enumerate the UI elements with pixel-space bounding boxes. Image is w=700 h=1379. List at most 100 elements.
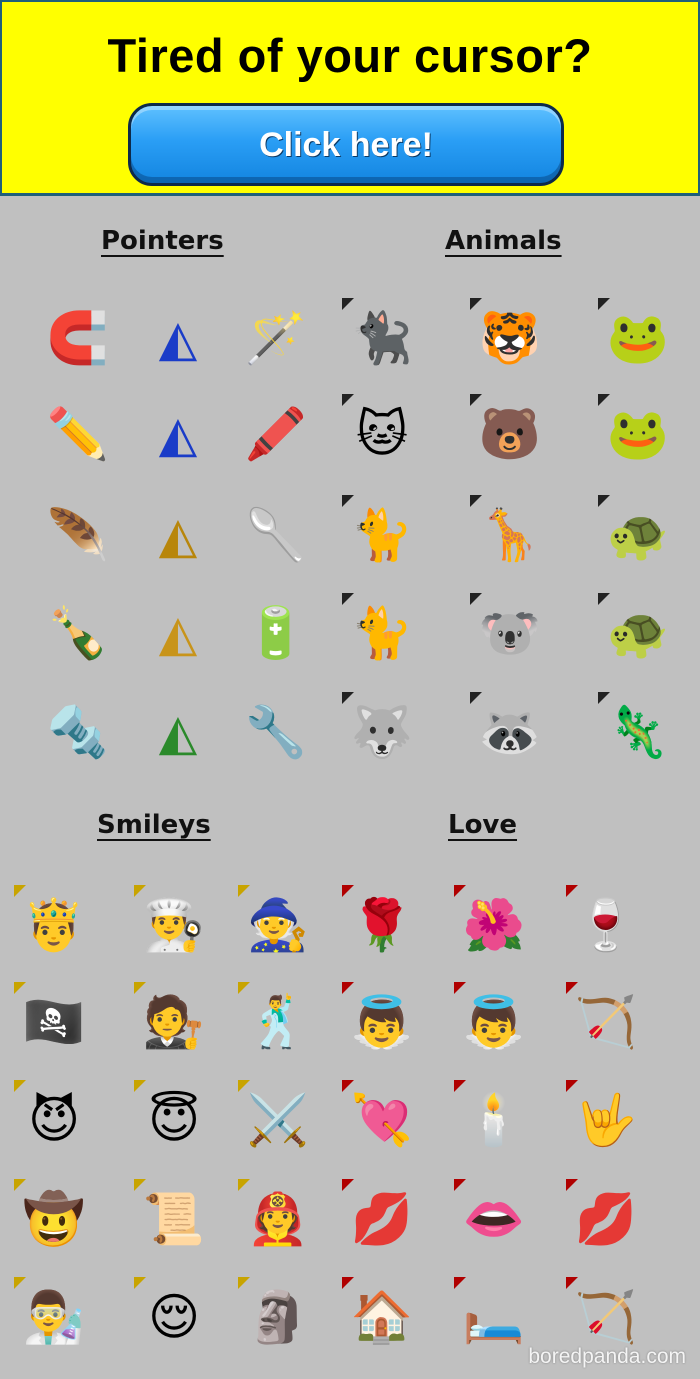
turtle-icon[interactable]: 🐢 [598,495,670,567]
koala-icon[interactable]: 🐨 [470,593,542,665]
bishop-smiley-icon[interactable]: 🧑‍⚖️ [134,982,206,1054]
cupid-icon[interactable]: 👼 [342,982,414,1054]
bow-arrow-icon[interactable]: 🏹 [566,982,638,1054]
spoon-icon[interactable]: 🥄 [244,503,308,567]
cursor-corner-marker [14,1080,26,1092]
blue-triangle-pointer-icon-glyph: ◭ [158,309,198,367]
cursor-corner-marker [14,885,26,897]
big-lips-icon-glyph: 👄 [462,1190,526,1248]
cursor-corner-marker [342,982,354,994]
striped-triangle-pointer-icon[interactable]: ◭ [146,700,210,764]
red-lips-icon[interactable]: 💋 [566,1179,638,1251]
tiger-icon-glyph: 🐯 [478,309,542,367]
small-lips-icon[interactable]: 💋 [342,1179,414,1251]
lizard-icon-glyph: 🦎 [606,703,670,761]
heart-house-icon[interactable]: 🏠 [342,1277,414,1349]
husky-icon[interactable]: 🐺 [342,692,414,764]
wrench-icon[interactable]: 🔧 [244,700,308,764]
rose-icon[interactable]: 🌹 [342,885,414,957]
devil-smiley-icon[interactable]: 😈 [14,1080,86,1152]
section-title-smileys: Smileys [97,810,211,840]
angel-smiley-icon[interactable]: 😇 [134,1080,206,1152]
giraffe-icon[interactable]: 🦒 [470,495,542,567]
pirate-smiley-icon-glyph: 🏴‍☠️ [22,993,86,1051]
tiger-icon[interactable]: 🐯 [470,298,542,370]
bear-icon[interactable]: 🐻 [470,394,542,466]
cursor-corner-marker [470,593,482,605]
leopard-triangle-pointer-icon[interactable]: ◭ [146,601,210,665]
heart-candle-icon[interactable]: 🕯️ [454,1080,526,1152]
section-title-pointers: Pointers [101,226,224,256]
cursor-corner-marker [342,1277,354,1289]
pharaoh-smiley-icon[interactable]: 🗿 [238,1277,310,1349]
lizard-icon[interactable]: 🦎 [598,692,670,764]
cupid-angel-icon[interactable]: 👼 [454,982,526,1054]
cupid-figure-icon[interactable]: 🏹 [566,1277,638,1349]
cursor-corner-marker [14,1277,26,1289]
devil-smiley-icon-glyph: 😈 [27,1091,81,1149]
turtle-smiling-icon[interactable]: 🐢 [598,593,670,665]
magic-wand-icon[interactable]: 🪄 [244,306,308,370]
cowboy-smiley-icon[interactable]: 🤠 [14,1179,86,1251]
gray-cat-icon[interactable]: 🐈 [342,593,414,665]
sleepy-smiley-icon[interactable]: 😌 [134,1277,206,1349]
blue-triangle-pointer-icon[interactable]: ◭ [146,306,210,370]
knight-smiley-icon[interactable]: ⚔️ [238,1080,310,1152]
einstein-smiley-icon[interactable]: 👨‍🔬 [14,1277,86,1349]
pharaoh-smiley-icon-glyph: 🗿 [246,1288,310,1346]
elvis-smiley-icon[interactable]: 🕺 [238,982,310,1054]
click-here-button[interactable]: Click here! [128,103,564,186]
frog-icon[interactable]: 🐸 [598,298,670,370]
black-cat-icon-glyph: 🐈‍⬛ [350,309,414,367]
king-smiley-icon-glyph: 🤴 [22,896,86,954]
big-lips-icon[interactable]: 👄 [454,1179,526,1251]
hex-nut-icon[interactable]: 🔩 [46,700,110,764]
knight-smiley-icon-glyph: ⚔️ [246,1091,310,1149]
heart-arrow-icon[interactable]: 💘 [342,1080,414,1152]
cursor-corner-marker [454,982,466,994]
cursor-corner-marker [134,1080,146,1092]
red-pencil-icon[interactable]: 🖍️ [244,402,308,466]
horseshoe-magnet-icon[interactable]: 🧲 [46,306,110,370]
cursor-corner-marker [598,593,610,605]
blue-arrow-pointer-icon-glyph: ◭ [158,405,198,463]
cursor-corner-marker [342,1179,354,1191]
wanted-poster-icon-glyph: 📜 [142,1190,206,1248]
spoon-icon-glyph: 🥄 [244,506,308,564]
king-smiley-icon[interactable]: 🤴 [14,885,86,957]
love-hand-icon-glyph: 🤟 [574,1091,638,1149]
chef-smiley-icon[interactable]: 👨‍🍳 [134,885,206,957]
wine-heart-icon[interactable]: 🍷 [566,885,638,957]
cursor-corner-marker [598,692,610,704]
feather-icon[interactable]: 🪶 [46,503,110,567]
turtle-smiling-icon-glyph: 🐢 [606,604,670,662]
pirate-smiley-icon[interactable]: 🏴‍☠️ [14,982,86,1054]
cursor-corner-marker [598,495,610,507]
sleepy-smiley-icon-glyph: 😌 [147,1288,201,1346]
cursor-corner-marker [342,885,354,897]
wood-triangle-pointer-icon[interactable]: ◭ [146,503,210,567]
battery-icon[interactable]: 🔋 [244,601,308,665]
white-cat-icon[interactable]: 🐈 [342,495,414,567]
flower-icon[interactable]: 🌺 [454,885,526,957]
cursor-corner-marker [238,1277,250,1289]
black-cat-icon[interactable]: 🐈‍⬛ [342,298,414,370]
wrench-icon-glyph: 🔧 [244,703,308,761]
wanted-poster-icon[interactable]: 📜 [134,1179,206,1251]
love-bed-icon[interactable]: 🛏️ [454,1277,526,1349]
heart-house-icon-glyph: 🏠 [350,1288,414,1346]
raccoon-icon[interactable]: 🦝 [470,692,542,764]
glass-bottle-icon[interactable]: 🍾 [46,601,110,665]
wizard-smiley-icon[interactable]: 🧙 [238,885,310,957]
cursor-corner-marker [470,692,482,704]
firefighter-smiley-icon[interactable]: 🧑‍🚒 [238,1179,310,1251]
orange-cat-icon[interactable]: 🐱 [342,394,414,466]
cursor-corner-marker [598,298,610,310]
green-frog-icon-glyph: 🐸 [606,405,670,463]
pencil-icon[interactable]: ✏️ [46,402,110,466]
cursor-corner-marker [238,1080,250,1092]
green-frog-icon[interactable]: 🐸 [598,394,670,466]
wizard-smiley-icon-glyph: 🧙 [246,896,310,954]
love-hand-icon[interactable]: 🤟 [566,1080,638,1152]
blue-arrow-pointer-icon[interactable]: ◭ [146,402,210,466]
